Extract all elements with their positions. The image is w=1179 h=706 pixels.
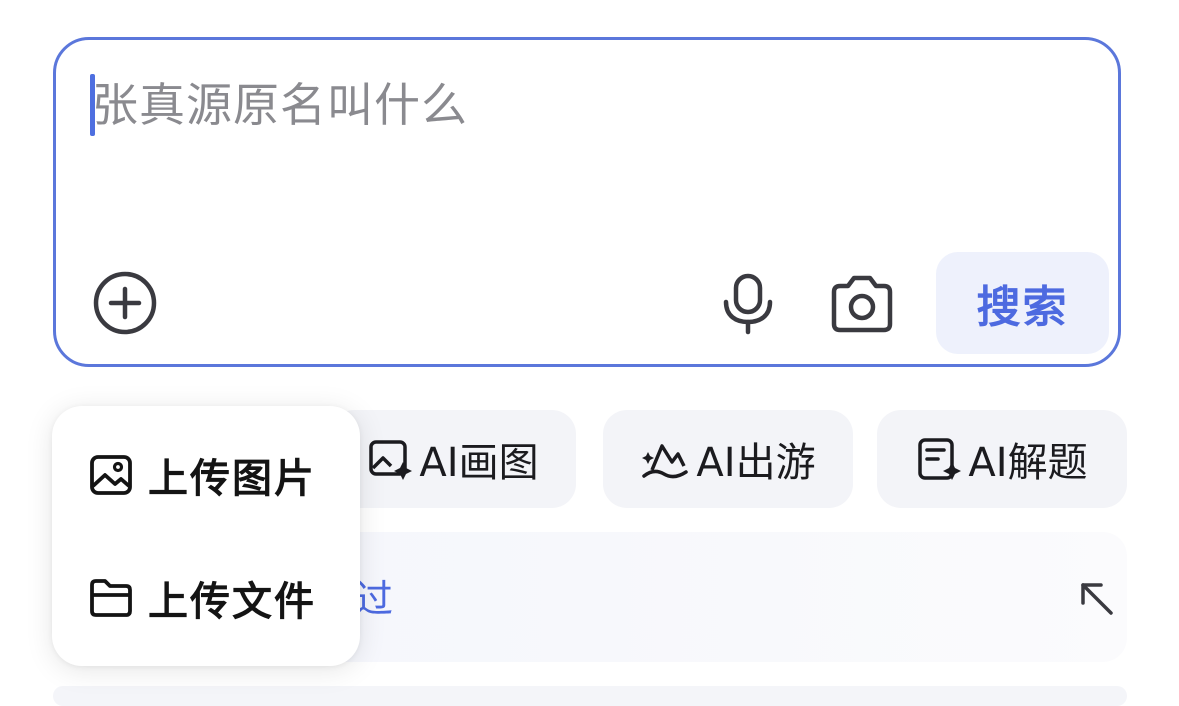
menu-item-upload-image[interactable]: 上传图片 (88, 445, 316, 505)
add-button[interactable] (92, 270, 158, 336)
chip-label: AI出游 (696, 440, 816, 486)
microphone-icon (723, 273, 773, 335)
expand-button[interactable] (1075, 577, 1119, 621)
menu-item-label: 上传图片 (148, 456, 316, 502)
image-icon (90, 455, 132, 495)
search-input[interactable]: 张真源原名叫什么 (92, 74, 468, 136)
menu-item-label: 上传文件 (148, 579, 316, 625)
chip-ai-travel[interactable]: AI出游 (603, 410, 853, 508)
camera-icon (831, 275, 893, 333)
image-sparkle-icon (369, 440, 413, 480)
chip-ai-draw[interactable]: AI画图 (330, 410, 576, 508)
folder-icon (90, 579, 132, 617)
menu-item-upload-file[interactable]: 上传文件 (88, 568, 316, 628)
voice-input-button[interactable] (716, 270, 780, 336)
document-sparkle-icon (918, 438, 962, 480)
mountain-sun-icon (642, 444, 689, 479)
plus-circle-icon (93, 271, 157, 335)
tip-link[interactable]: 过 (355, 576, 393, 622)
arrow-up-left-icon (1081, 583, 1113, 615)
camera-search-button[interactable] (826, 270, 898, 336)
next-card (53, 686, 1127, 706)
chip-label: AI画图 (419, 440, 539, 486)
search-button[interactable]: 搜索 (936, 252, 1109, 354)
chip-ai-solve[interactable]: AI解题 (877, 410, 1127, 508)
chip-label: AI解题 (968, 440, 1088, 486)
